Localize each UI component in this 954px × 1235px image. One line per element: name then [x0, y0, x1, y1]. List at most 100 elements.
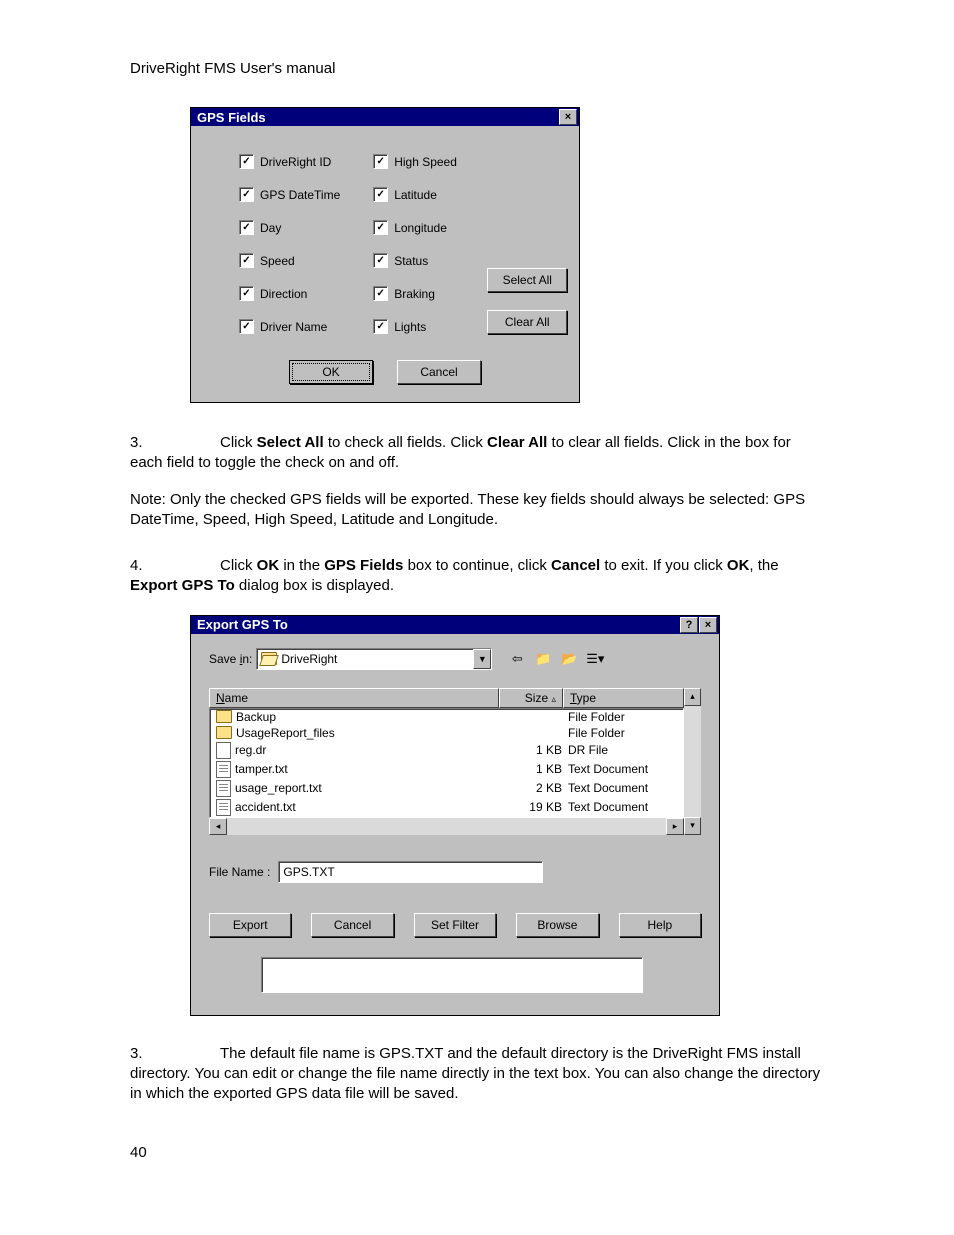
checkbox-braking[interactable]: ✓Braking [373, 286, 487, 301]
up-one-level-icon[interactable]: 📁 [532, 649, 554, 669]
chevron-down-icon[interactable]: ▼ [473, 649, 491, 669]
list-item[interactable]: tamper.txt 1 KBText Document [210, 760, 683, 779]
folder-icon [216, 710, 232, 723]
list-item[interactable]: usage_report.txt 2 KBText Document [210, 779, 683, 798]
file-size: 1 KB [498, 762, 568, 776]
save-in-combo[interactable]: DriveRight ▼ [256, 648, 492, 670]
file-type: Text Document [568, 762, 677, 776]
doc-header: DriveRight FMS User's manual [130, 60, 824, 77]
file-name-value: GPS.TXT [283, 865, 334, 879]
checkbox-label: Status [394, 254, 428, 268]
page-number: 40 [130, 1144, 824, 1161]
file-name: usage_report.txt [235, 781, 322, 795]
file-size: 1 KB [498, 743, 568, 757]
note-text: Note: Only the checked GPS fields will b… [130, 490, 824, 531]
new-folder-icon[interactable]: 📂 [558, 649, 580, 669]
close-icon[interactable]: × [699, 617, 717, 633]
text-file-icon [216, 761, 231, 778]
save-in-value: DriveRight [281, 652, 337, 666]
gps-fields-dialog: GPS Fields × ✓DriveRight ID ✓GPS DateTim… [190, 107, 580, 403]
checkbox-label: Longitude [394, 221, 447, 235]
file-name: Backup [236, 710, 276, 724]
col-name[interactable]: Name [209, 688, 499, 708]
export-button[interactable]: Export [209, 913, 291, 937]
file-icon [216, 742, 231, 759]
vertical-scrollbar[interactable]: ▴ ▾ [684, 688, 701, 835]
instruction-step-4: 4.Click OK in the GPS Fields box to cont… [130, 556, 824, 597]
export-gps-to-dialog: Export GPS To ? × Save in: DriveRight ▼ … [190, 615, 720, 1016]
list-item[interactable]: accident.txt 19 KBText Document [210, 798, 683, 817]
checkbox-label: Latitude [394, 188, 437, 202]
cancel-button[interactable]: Cancel [397, 360, 481, 384]
export-title: Export GPS To [197, 617, 288, 632]
checkbox-label: Speed [260, 254, 295, 268]
checkbox-driver-name[interactable]: ✓Driver Name [239, 319, 373, 334]
col-size[interactable]: Size ▵ [499, 688, 563, 708]
checkbox-label: Lights [394, 320, 426, 334]
help-icon[interactable]: ? [680, 617, 698, 633]
scroll-left-icon[interactable]: ◂ [209, 818, 227, 835]
back-icon[interactable]: ⇦ [506, 649, 528, 669]
select-all-button[interactable]: Select All [487, 268, 567, 292]
file-size: 2 KB [498, 781, 568, 795]
checkbox-status[interactable]: ✓Status [373, 253, 487, 268]
col-type[interactable]: Type [563, 688, 684, 708]
file-type: File Folder [568, 726, 677, 740]
scroll-down-icon[interactable]: ▾ [684, 817, 701, 835]
close-icon[interactable]: × [559, 109, 577, 125]
clear-all-button[interactable]: Clear All [487, 310, 567, 334]
checkbox-lights[interactable]: ✓Lights [373, 319, 487, 334]
file-type: File Folder [568, 710, 677, 724]
instruction-step-3b: 3.The default file name is GPS.TXT and t… [130, 1044, 824, 1105]
checkbox-label: Braking [394, 287, 435, 301]
file-size: 19 KB [498, 800, 568, 814]
scroll-right-icon[interactable]: ▸ [666, 818, 684, 835]
file-name-label: File Name : [209, 865, 270, 879]
export-titlebar: Export GPS To ? × [191, 616, 719, 634]
folder-open-icon [261, 652, 277, 665]
checkbox-label: GPS DateTime [260, 188, 340, 202]
checkbox-gps-datetime[interactable]: ✓GPS DateTime [239, 187, 373, 202]
list-item[interactable]: reg.dr 1 KBDR File [210, 741, 683, 760]
checkbox-label: High Speed [394, 155, 457, 169]
file-name: accident.txt [235, 800, 296, 814]
checkbox-label: Direction [260, 287, 307, 301]
file-list: Name Size ▵ Type BackupFile FolderUsageR… [209, 688, 701, 835]
file-type: Text Document [568, 800, 677, 814]
status-box [261, 957, 643, 993]
ok-button[interactable]: OK [289, 360, 373, 384]
checkbox-driveright-id[interactable]: ✓DriveRight ID [239, 154, 373, 169]
file-type: Text Document [568, 781, 677, 795]
checkbox-longitude[interactable]: ✓Longitude [373, 220, 487, 235]
list-item[interactable]: UsageReport_files File Folder [210, 725, 683, 741]
list-item[interactable]: Backup File Folder [210, 709, 683, 725]
list-header: Name Size ▵ Type [209, 688, 684, 708]
instruction-step-3a: 3.Click Select All to check all fields. … [130, 433, 824, 474]
browse-button[interactable]: Browse [516, 913, 598, 937]
checkbox-high-speed[interactable]: ✓High Speed [373, 154, 487, 169]
file-name: UsageReport_files [236, 726, 335, 740]
gps-fields-title: GPS Fields [197, 110, 266, 125]
set-filter-button[interactable]: Set Filter [414, 913, 496, 937]
horizontal-scrollbar[interactable]: ◂ ▸ [209, 818, 684, 835]
checkbox-direction[interactable]: ✓Direction [239, 286, 373, 301]
save-in-label: Save in: [209, 652, 252, 666]
file-name-input[interactable]: GPS.TXT [278, 861, 543, 883]
checkbox-latitude[interactable]: ✓Latitude [373, 187, 487, 202]
checkbox-label: Day [260, 221, 281, 235]
scroll-up-icon[interactable]: ▴ [684, 688, 701, 706]
view-menu-icon[interactable]: ☰▾ [584, 649, 606, 669]
help-button[interactable]: Help [619, 913, 701, 937]
fields-right-column: ✓High Speed ✓Latitude ✓Longitude ✓Status… [373, 154, 487, 334]
checkbox-speed[interactable]: ✓Speed [239, 253, 373, 268]
text-file-icon [216, 780, 231, 797]
cancel-button[interactable]: Cancel [311, 913, 393, 937]
fields-left-column: ✓DriveRight ID ✓GPS DateTime ✓Day ✓Speed… [239, 154, 373, 334]
checkbox-label: DriveRight ID [260, 155, 331, 169]
file-type: DR File [568, 743, 677, 757]
checkbox-label: Driver Name [260, 320, 327, 334]
gps-fields-titlebar: GPS Fields × [191, 108, 579, 126]
file-name: tamper.txt [235, 762, 288, 776]
checkbox-day[interactable]: ✓Day [239, 220, 373, 235]
file-name: reg.dr [235, 743, 266, 757]
